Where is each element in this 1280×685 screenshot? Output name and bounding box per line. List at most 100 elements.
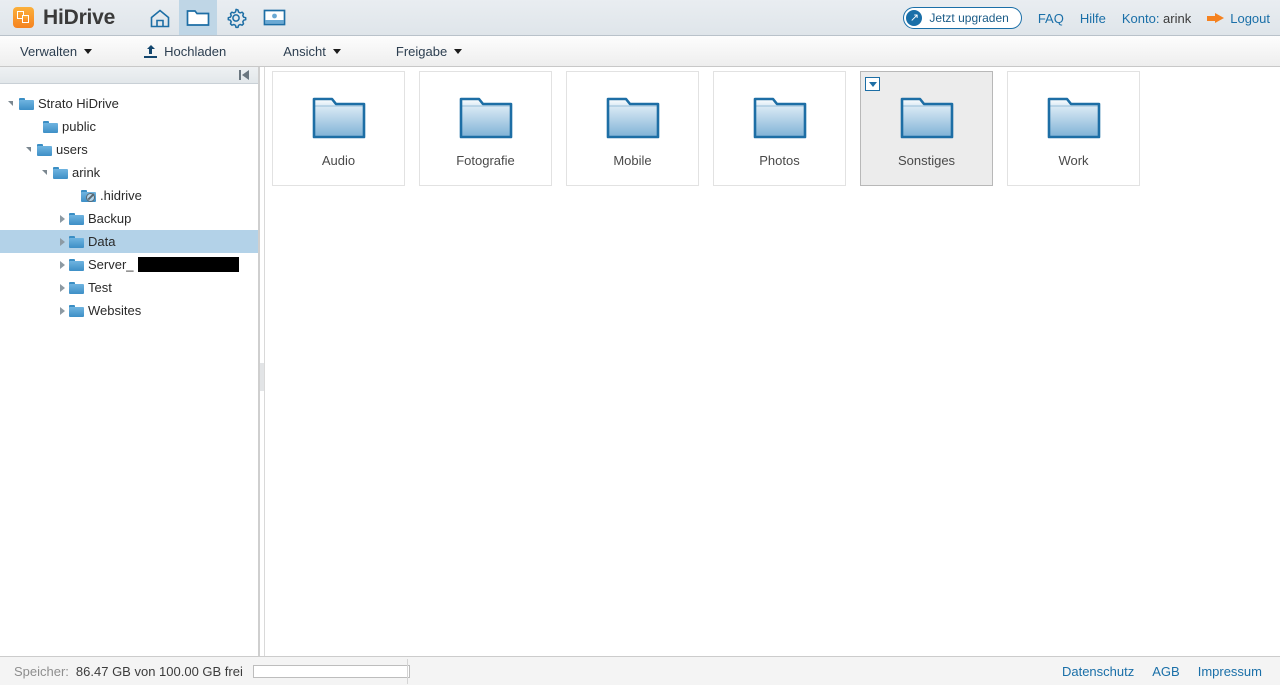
folder-tile[interactable]: Sonstiges bbox=[860, 71, 993, 186]
tree-item-label: .hidrive bbox=[100, 188, 142, 203]
folder-large-icon bbox=[458, 95, 514, 141]
chevron-down-icon bbox=[454, 48, 463, 54]
folder-blocked-icon bbox=[81, 189, 96, 202]
tree-item-label: public bbox=[62, 119, 96, 134]
account-label[interactable]: Konto: arink bbox=[1122, 11, 1191, 26]
twisty-open-icon[interactable] bbox=[24, 143, 37, 156]
tile-context-menu-button[interactable] bbox=[865, 77, 880, 91]
home-icon[interactable] bbox=[141, 0, 179, 35]
twisty-closed-icon[interactable] bbox=[56, 235, 69, 248]
tree-item-label: Websites bbox=[88, 303, 142, 318]
arrow-up-right-circle-icon: ↗ bbox=[906, 10, 923, 26]
folder-icon bbox=[69, 258, 84, 271]
app-header: HiDrive ↗ Jetzt upgraden FAQ Hilfe Konto… bbox=[0, 0, 1280, 36]
folder-tile[interactable]: Work bbox=[1007, 71, 1140, 186]
twisty-open-icon[interactable] bbox=[6, 97, 19, 110]
tree-item-test[interactable]: Test bbox=[0, 276, 258, 299]
menu-freigabe[interactable]: Freigabe bbox=[390, 36, 468, 66]
logout-label: Logout bbox=[1230, 10, 1270, 26]
folder-icon bbox=[69, 212, 84, 225]
chevron-down-icon bbox=[84, 48, 93, 54]
footer-link-datenschutz[interactable]: Datenschutz bbox=[1062, 664, 1134, 679]
faq-link[interactable]: FAQ bbox=[1038, 11, 1064, 26]
collapse-panel-icon[interactable] bbox=[239, 69, 252, 81]
brand[interactable]: HiDrive bbox=[13, 6, 115, 30]
tree-item-hidrive[interactable]: .hidrive bbox=[0, 184, 258, 207]
folder-large-icon bbox=[1046, 95, 1102, 141]
header-right: ↗ Jetzt upgraden FAQ Hilfe Konto: arink … bbox=[903, 0, 1270, 36]
menu-hochladen[interactable]: Hochladen bbox=[138, 36, 232, 66]
file-browser-content: Audio Fotografie Mobile Photos Sonstiges Work bbox=[265, 67, 1280, 656]
menu-verwalten[interactable]: Verwalten bbox=[14, 36, 98, 66]
logout-arrow-icon bbox=[1207, 12, 1225, 24]
brand-name: HiDrive bbox=[43, 5, 116, 29]
folder-grid: Audio Fotografie Mobile Photos Sonstiges Work bbox=[265, 67, 1280, 186]
twisty-closed-icon[interactable] bbox=[56, 304, 69, 317]
upgrade-button[interactable]: ↗ Jetzt upgraden bbox=[903, 7, 1022, 29]
hidrive-app: HiDrive ↗ Jetzt upgraden FAQ Hilfe Konto… bbox=[0, 0, 1280, 685]
sidebar-header bbox=[0, 67, 258, 84]
main-toolbar: Verwalten Hochladen Ansicht Freigabe bbox=[0, 36, 1280, 67]
gear-icon[interactable] bbox=[217, 0, 255, 35]
footer-links: Datenschutz AGB Impressum bbox=[1062, 664, 1262, 679]
folder-tile[interactable]: Fotografie bbox=[419, 71, 552, 186]
twisty-open-icon[interactable] bbox=[40, 166, 53, 179]
folder-tile-label: Fotografie bbox=[456, 153, 515, 168]
upload-icon bbox=[144, 44, 158, 58]
body-area: Strato HiDrive public users arink .hidrive Ba… bbox=[0, 67, 1280, 656]
tree-item-public[interactable]: public bbox=[0, 115, 258, 138]
folder-icon bbox=[37, 143, 52, 156]
logout-button[interactable]: Logout bbox=[1207, 11, 1270, 26]
tree-item-users[interactable]: users bbox=[0, 138, 258, 161]
folder-tile-label: Mobile bbox=[613, 153, 652, 168]
tree-item-label: Strato HiDrive bbox=[38, 96, 119, 111]
tree-item-label: Test bbox=[88, 280, 112, 295]
upgrade-button-label: Jetzt upgraden bbox=[929, 11, 1009, 25]
twisty-closed-icon[interactable] bbox=[56, 258, 69, 271]
tree-item-arink[interactable]: arink bbox=[0, 161, 258, 184]
folder-tree: Strato HiDrive public users arink .hidrive Ba… bbox=[0, 84, 258, 322]
folder-tile[interactable]: Mobile bbox=[566, 71, 699, 186]
folder-tile[interactable]: Photos bbox=[713, 71, 846, 186]
folder-icon bbox=[53, 166, 68, 179]
folder-icon bbox=[19, 97, 34, 110]
twisty-closed-icon[interactable] bbox=[56, 281, 69, 294]
footer-link-impressum[interactable]: Impressum bbox=[1198, 664, 1262, 679]
menu-verwalten-label: Verwalten bbox=[20, 43, 78, 59]
menu-hochladen-label: Hochladen bbox=[164, 43, 227, 59]
folder-icon[interactable] bbox=[179, 0, 218, 35]
hilfe-link[interactable]: Hilfe bbox=[1080, 11, 1106, 26]
folder-icon bbox=[69, 235, 84, 248]
folder-large-icon bbox=[311, 95, 367, 141]
tree-item-websites[interactable]: Websites bbox=[0, 299, 258, 322]
footer-link-agb[interactable]: AGB bbox=[1152, 664, 1179, 679]
twisty-closed-icon[interactable] bbox=[56, 212, 69, 225]
folder-icon bbox=[69, 281, 84, 294]
account-prefix: Konto: bbox=[1121, 10, 1164, 26]
folder-tile[interactable]: Audio bbox=[272, 71, 405, 186]
folder-tile-label: Sonstiges bbox=[897, 153, 956, 168]
chevron-down-icon bbox=[868, 81, 877, 87]
menu-ansicht[interactable]: Ansicht bbox=[277, 36, 347, 66]
folder-large-icon bbox=[605, 95, 661, 141]
hidrive-logo bbox=[13, 7, 34, 28]
photo-icon[interactable] bbox=[255, 0, 293, 35]
tree-item-stratohidrive[interactable]: Strato HiDrive bbox=[0, 92, 258, 115]
menu-ansicht-label: Ansicht bbox=[283, 43, 326, 59]
tree-item-label: Server_ bbox=[88, 257, 134, 272]
storage-status: Speicher: 86.47 GB von 100.00 GB frei bbox=[14, 664, 410, 679]
splitter-grip[interactable] bbox=[260, 363, 264, 391]
tree-item-label: users bbox=[56, 142, 88, 157]
folder-tile-label: Audio bbox=[321, 153, 356, 168]
folder-tree-sidebar: Strato HiDrive public users arink .hidrive Ba… bbox=[0, 67, 259, 656]
folder-tile-label: Work bbox=[1058, 153, 1089, 168]
status-divider bbox=[407, 659, 408, 684]
status-bar: Speicher: 86.47 GB von 100.00 GB frei Da… bbox=[0, 656, 1280, 685]
tree-item-server[interactable]: Server_ bbox=[0, 253, 258, 276]
folder-tile-label: Photos bbox=[759, 153, 800, 168]
primary-nav bbox=[141, 0, 293, 35]
tree-item-backup[interactable]: Backup bbox=[0, 207, 258, 230]
tree-item-data[interactable]: Data bbox=[0, 230, 258, 253]
